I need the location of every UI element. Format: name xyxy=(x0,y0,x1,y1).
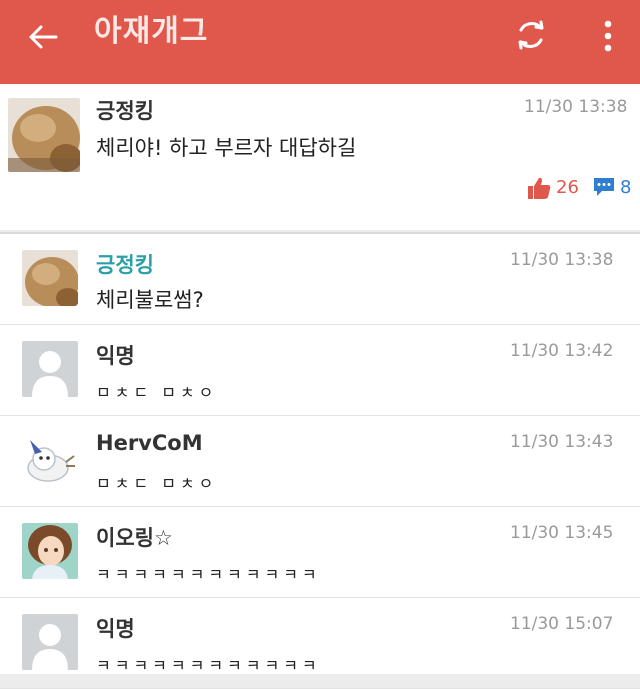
comment-item[interactable]: 익명 11/30 13:42 ㅁㅊㄷ ㅁㅊㅇ xyxy=(0,325,640,416)
like-count: 26 xyxy=(556,177,579,198)
comment-text: ㅁㅊㄷ ㅁㅊㅇ xyxy=(96,474,218,493)
comment-time: 11/30 15:07 xyxy=(510,614,614,634)
post-text: 체리야! 하고 부르자 대답하길 xyxy=(96,136,357,160)
post-card[interactable]: 긍정킹 11/30 13:38 체리야! 하고 부르자 대답하길 26 8 xyxy=(0,84,640,230)
thumbs-up-icon xyxy=(528,177,551,199)
avatar xyxy=(22,523,78,579)
comment-author[interactable]: 이오링☆ xyxy=(96,522,173,552)
avatar xyxy=(22,614,78,670)
avatar xyxy=(22,250,78,306)
comment-time: 11/30 13:43 xyxy=(510,432,614,452)
comment-count: 8 xyxy=(620,177,632,198)
comment-author[interactable]: 익명 xyxy=(96,613,135,643)
comment-author[interactable]: HervCoM xyxy=(96,431,203,455)
refresh-icon[interactable] xyxy=(512,16,550,54)
comment-time: 11/30 13:38 xyxy=(510,250,614,270)
post-time: 11/30 13:38 xyxy=(524,97,628,117)
comment-time: 11/30 13:42 xyxy=(510,341,614,361)
comment-item[interactable]: 이오링☆ 11/30 13:45 ㅋㅋㅋㅋㅋㅋㅋㅋㅋㅋㅋㅋ xyxy=(0,507,640,598)
comment-icon xyxy=(594,178,614,196)
back-arrow-icon[interactable] xyxy=(26,20,60,54)
comment-item[interactable]: HervCoM 11/30 13:43 ㅁㅊㄷ ㅁㅊㅇ xyxy=(0,416,640,507)
comment-text: ㅋㅋㅋㅋㅋㅋㅋㅋㅋㅋㅋㅋ xyxy=(96,565,321,584)
avatar xyxy=(22,432,78,488)
page-title: 아재개그 xyxy=(94,14,209,49)
more-vert-icon[interactable] xyxy=(596,16,620,56)
comment-author[interactable]: 긍정킹 xyxy=(96,249,154,279)
avatar xyxy=(22,341,78,397)
comment-item[interactable]: 긍정킹 11/30 13:38 체리불로썸? xyxy=(0,234,640,325)
comment-author[interactable]: 익명 xyxy=(96,340,135,370)
comment-time: 11/30 13:45 xyxy=(510,523,614,543)
comment-text: 체리불로썸? xyxy=(96,288,204,312)
post-author[interactable]: 긍정킹 xyxy=(96,95,154,125)
app-bar: 아재개그 xyxy=(0,0,640,84)
avatar xyxy=(8,98,80,172)
comment-text: ㅋㅋㅋㅋㅋㅋㅋㅋㅋㅋㅋㅋ xyxy=(96,656,321,675)
comment-text: ㅁㅊㄷ ㅁㅊㅇ xyxy=(96,383,218,402)
comment-item[interactable]: 익명 11/30 15:07 ㅋㅋㅋㅋㅋㅋㅋㅋㅋㅋㅋㅋ xyxy=(0,598,640,689)
comment-list: 긍정킹 11/30 13:38 체리불로썸? 익명 11/30 13:42 ㅁㅊ… xyxy=(0,232,640,689)
